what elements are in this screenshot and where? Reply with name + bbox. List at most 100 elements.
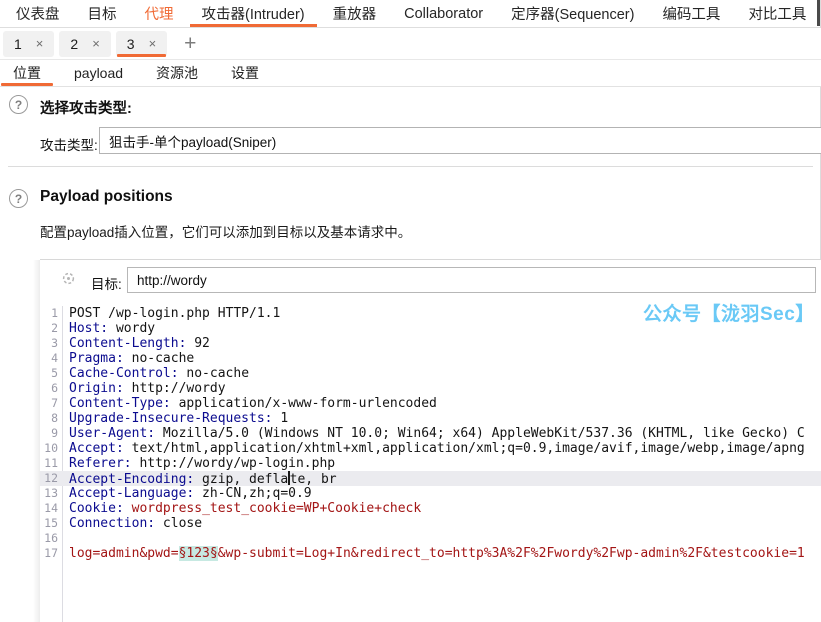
- request-text: Accept:: [69, 441, 124, 456]
- intruder-subtabs: 位置 payload 资源池设置: [0, 60, 821, 87]
- request-text: gzip, defla: [194, 472, 288, 486]
- request-text: Accept-Encoding:: [69, 472, 194, 486]
- menu-item-定序器sequencer[interactable]: 定序器(Sequencer): [497, 0, 648, 27]
- request-line: 14 Cookie: wordpress_test_cookie=WP+Cooki…: [40, 501, 821, 516]
- close-tab-icon[interactable]: ×: [149, 37, 157, 50]
- request-text: POST /wp-login.php HTTP/1.1: [69, 306, 280, 321]
- attack-type-heading: 选择攻击类型:: [40, 97, 132, 118]
- request-text: te, br: [290, 472, 337, 486]
- request-line: 4Pragma: no-cache: [40, 351, 821, 366]
- request-text: Pragma:: [69, 351, 124, 366]
- target-label: 目标:: [91, 273, 122, 293]
- request-editor[interactable]: 1 POST /wp-login.php HTTP/1.1 2 Host: wordy…: [40, 306, 821, 622]
- line-number: 8: [40, 411, 58, 426]
- menu-item-collaborator[interactable]: Collaborator: [390, 0, 497, 27]
- line-number: 2: [40, 321, 58, 336]
- menu-item-攻击器intruder[interactable]: 攻击器(Intruder): [188, 0, 319, 27]
- section-divider: [8, 166, 813, 167]
- request-text: wordpress_test_cookie=WP+Cookie+check: [124, 501, 421, 516]
- line-number: 11: [40, 456, 58, 471]
- request-line: 10 Accept: text/html,application/xhtml+xm…: [40, 441, 821, 456]
- attack-tab-label: 1: [14, 36, 22, 52]
- close-tab-icon[interactable]: ×: [36, 37, 44, 50]
- line-number: 3: [40, 336, 58, 351]
- attack-tab-label: 3: [127, 36, 135, 52]
- request-line: 6Origin: http://wordy: [40, 381, 821, 396]
- line-number: 1: [40, 306, 58, 321]
- line-number: 12: [40, 471, 58, 486]
- request-text: User-Agent:: [69, 426, 155, 441]
- request-text: Cookie:: [69, 501, 124, 516]
- request-line: 13 Accept-Language: zh-CN,zh;q=0.9: [40, 486, 821, 501]
- subtab-位置[interactable]: 位置: [1, 60, 53, 86]
- help-icon[interactable]: ?: [9, 189, 28, 208]
- request-line: 16: [40, 531, 821, 546]
- line-number: 10: [40, 441, 58, 456]
- request-text: text/html,application/xhtml+xml,applicat…: [124, 441, 805, 456]
- request-text: Content-Length:: [69, 336, 186, 351]
- menu-item-重放器[interactable]: 重放器: [319, 0, 391, 27]
- target-icon: [61, 271, 76, 286]
- line-number: 6: [40, 381, 58, 396]
- request-line: 8 Upgrade-Insecure-Requests: 1: [40, 411, 821, 426]
- request-text: Mozilla/5.0 (Windows NT 10.0; Win64; x64…: [155, 426, 805, 441]
- request-text: Accept-Language:: [69, 486, 194, 501]
- request-text: zh-CN,zh;q=0.9: [194, 486, 311, 501]
- help-icon[interactable]: ?: [9, 95, 28, 114]
- attack-tab-3[interactable]: 3×: [116, 31, 167, 57]
- menu-item-目标[interactable]: 目标: [74, 0, 131, 27]
- payload-marker: §123§: [179, 546, 218, 561]
- line-number: 15: [40, 516, 58, 531]
- attack-tab-1[interactable]: 1×: [3, 31, 54, 57]
- request-text: Upgrade-Insecure-Requests:: [69, 411, 273, 426]
- line-number: 7: [40, 396, 58, 411]
- request-line: 9 User-Agent: Mozilla/5.0 (Windows NT 10.…: [40, 426, 821, 441]
- request-text: http://wordy/wp-login.php: [132, 456, 336, 471]
- close-tab-icon[interactable]: ×: [92, 37, 100, 50]
- request-text: Content-Type:: [69, 396, 171, 411]
- attack-tabstrip: 1×2×3×+: [0, 28, 821, 60]
- subtab-资源池[interactable]: 资源池: [144, 60, 210, 86]
- request-text: &wp-submit=Log+In&redirect_to=http%3A%2F…: [218, 546, 805, 561]
- menu-item-对比工具[interactable]: 对比工具: [734, 0, 820, 27]
- request-line: 17 log=admin&pwd=§123§&wp-submit=Log+In&r…: [40, 546, 821, 561]
- request-text: close: [155, 516, 202, 531]
- attack-tab-2[interactable]: 2×: [59, 31, 110, 57]
- main-menubar: 仪表盘目标代理攻击器(Intruder)重放器Collaborator定序器(S…: [0, 0, 821, 28]
- request-text: no-cache: [124, 351, 194, 366]
- request-text: log=admin&pwd=: [69, 546, 179, 561]
- request-text: Referer:: [69, 456, 132, 471]
- line-number: 13: [40, 486, 58, 501]
- attack-tab-label: 2: [70, 36, 78, 52]
- request-text: 92: [186, 336, 209, 351]
- payload-positions-description: 配置payload插入位置，它们可以添加到目标以及基本请求中。: [40, 221, 411, 241]
- menu-item-代理[interactable]: 代理: [131, 0, 188, 27]
- request-text: http://wordy: [124, 381, 226, 396]
- request-text: 1: [273, 411, 289, 426]
- request-line: 15 Connection: close: [40, 516, 821, 531]
- add-tab-button[interactable]: +: [184, 33, 196, 54]
- line-number: 17: [40, 546, 58, 561]
- request-line: 12 Accept-Encoding: gzip, deflate, br: [40, 471, 821, 486]
- attack-type-label: 攻击类型:: [40, 134, 98, 154]
- request-text: no-cache: [179, 366, 249, 381]
- line-number: 16: [40, 531, 58, 546]
- request-text: application/x-www-form-urlencoded: [171, 396, 437, 411]
- line-number: 9: [40, 426, 58, 441]
- request-line: 7 Content-Type: application/x-www-form-ur…: [40, 396, 821, 411]
- request-line: 3 Content-Length: 92: [40, 336, 821, 351]
- watermark: 公众号【泷羽Sec】: [643, 299, 815, 326]
- target-input[interactable]: [127, 267, 816, 293]
- request-text: wordy: [108, 321, 155, 336]
- subtab-设置[interactable]: 设置: [219, 60, 271, 86]
- request-text: Cache-Control:: [69, 366, 179, 381]
- attack-type-select[interactable]: 狙击手-单个payload(Sniper): [99, 127, 821, 154]
- line-number: 14: [40, 501, 58, 516]
- line-number: 5: [40, 366, 58, 381]
- request-text: Connection:: [69, 516, 155, 531]
- request-text: Host:: [69, 321, 108, 336]
- subtab-payload[interactable]: payload: [62, 60, 135, 86]
- menu-item-仪表盘[interactable]: 仪表盘: [2, 0, 74, 27]
- menu-item-编码工具[interactable]: 编码工具: [648, 0, 734, 27]
- request-line: 5 Cache-Control: no-cache: [40, 366, 821, 381]
